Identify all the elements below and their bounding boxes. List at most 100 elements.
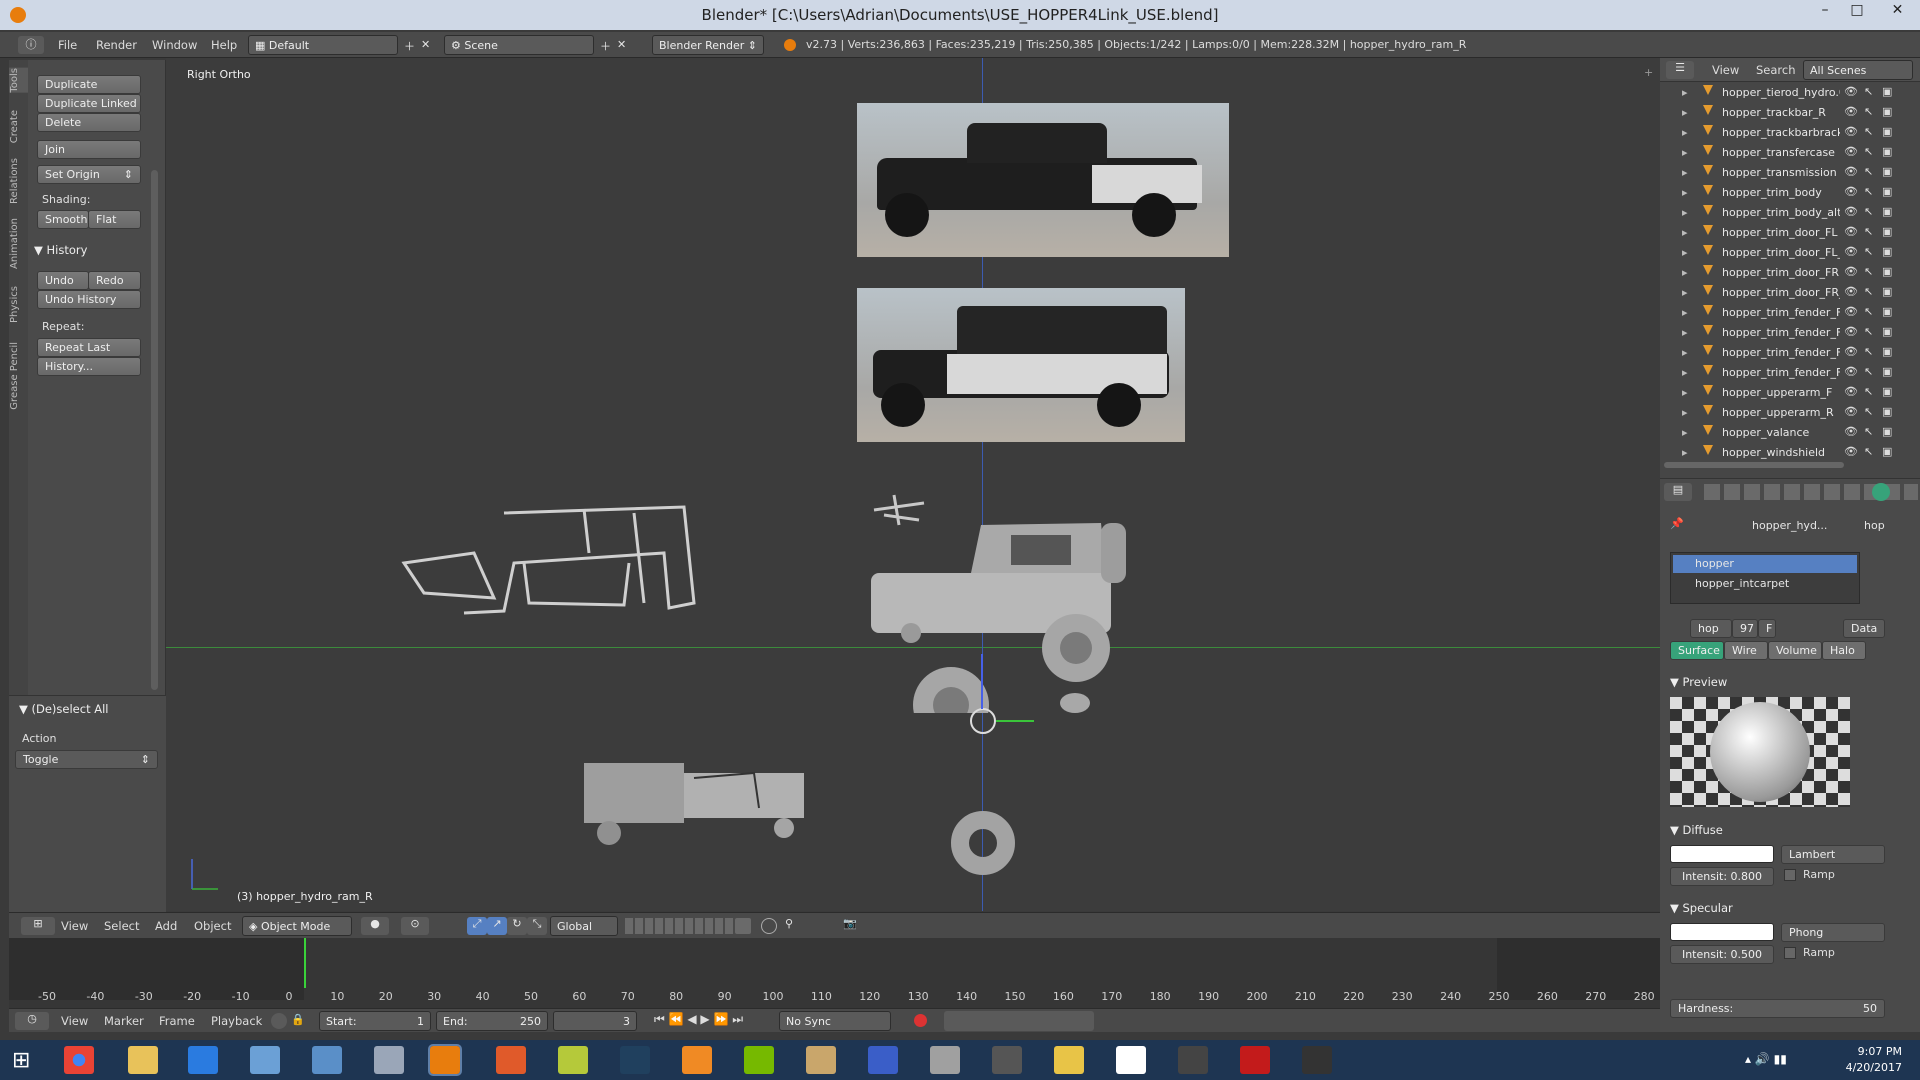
visibility-eye-icon[interactable]: 👁 [1844,305,1858,318]
menu-file[interactable]: File [58,38,77,52]
visibility-eye-icon[interactable]: 👁 [1844,265,1858,278]
selectability-cursor-icon[interactable]: ↖ [1864,325,1873,338]
operator-header[interactable]: ▼ (De)select All [19,702,109,716]
visibility-eye-icon[interactable]: 👁 [1844,125,1858,138]
flat-button[interactable]: Flat [88,210,141,229]
tab-create[interactable]: Create [9,110,28,143]
selectability-cursor-icon[interactable]: ↖ [1864,145,1873,158]
render-preview-icon[interactable] [735,918,751,934]
roll-cage-mesh[interactable] [384,493,704,623]
render-camera-icon[interactable]: ▣ [1882,225,1892,238]
expand-icon[interactable]: ▸ [1682,126,1688,139]
outliner-item[interactable]: ▸ hopper_transmission 👁 ↖ ▣ [1660,162,1920,182]
tab-physics[interactable]: Physics [9,286,28,323]
outliner-menu-search[interactable]: Search [1756,63,1796,77]
timeline-menu-playback[interactable]: Playback [211,1014,262,1028]
3d-viewport[interactable]: Right Ortho (3) hopper_hydro_ram_R + [166,58,1660,911]
outliner[interactable]: ▸ hopper_tierod_hydro.0(👁 ↖ ▣ ▸ hopper_trackb… [1660,58,1920,478]
visibility-eye-icon[interactable]: 👁 [1844,185,1858,198]
sync-mode-select[interactable]: No Sync [779,1011,891,1031]
selectability-cursor-icon[interactable]: ↖ [1864,445,1873,458]
visibility-eye-icon[interactable]: 👁 [1844,205,1858,218]
render-camera-icon[interactable]: ▣ [1882,265,1892,278]
redo-button[interactable]: Redo [88,271,141,290]
current-frame-field[interactable]: 3 [553,1011,637,1031]
app-icon-15[interactable] [930,1046,960,1074]
expand-icon[interactable]: ▸ [1682,166,1688,179]
remove-layout-icon[interactable]: ✕ [421,38,430,51]
reference-image-pickup[interactable] [857,103,1229,257]
viewport-shading-icon[interactable]: ● [361,917,389,935]
hardness-slider[interactable]: Hardness: 50 [1670,999,1885,1018]
file-explorer-icon[interactable] [128,1046,158,1074]
outliner-hscrollbar[interactable] [1664,462,1844,468]
lock-icon[interactable]: 🔒 [291,1013,305,1026]
undo-button[interactable]: Undo [37,271,89,290]
material-tab-icon[interactable] [1872,483,1890,501]
visibility-eye-icon[interactable]: 👁 [1844,105,1858,118]
render-camera-icon[interactable]: ▣ [1882,205,1892,218]
screen-layout-select[interactable]: ▦ Default [248,35,398,55]
render-camera-icon[interactable]: ▣ [1882,405,1892,418]
app-icon-5[interactable] [312,1046,342,1074]
material-slot-intcarpet[interactable]: hopper_intcarpet [1673,575,1857,593]
add-layout-icon[interactable]: ＋ [404,38,415,54]
manipulator-z-arrow[interactable] [981,654,983,709]
end-frame-field[interactable]: End: 250 [436,1011,548,1031]
render-camera-icon[interactable]: ▣ [1882,345,1892,358]
menu-object[interactable]: Object [194,919,231,933]
info-editor-icon[interactable]: ⓘ [18,36,44,54]
expand-icon[interactable]: ▸ [1682,366,1688,379]
outliner-menu-view[interactable]: View [1712,63,1739,77]
outliner-item[interactable]: ▸ hopper_trim_fender_FL 👁 ↖ ▣ [1660,302,1920,322]
render-camera-icon[interactable]: ▣ [1882,325,1892,338]
timeline-editor-type-icon[interactable]: ◷ [15,1012,49,1030]
clock-date[interactable]: 4/20/2017 [1840,1061,1902,1074]
app-icon-17[interactable] [1054,1046,1084,1074]
expand-icon[interactable]: ▸ [1682,206,1688,219]
render-camera-icon[interactable]: ▣ [1882,85,1892,98]
timeline-menu-frame[interactable]: Frame [159,1014,195,1028]
preview-panel-header[interactable]: ▼ Preview [1670,675,1727,689]
outliner-item[interactable]: ▸ hopper_trackbarbracke 👁 ↖ ▣ [1660,122,1920,142]
app-icon-6[interactable] [374,1046,404,1074]
selectability-cursor-icon[interactable]: ↖ [1864,125,1873,138]
object-origin-gizmo[interactable] [970,708,996,734]
selectability-cursor-icon[interactable]: ↖ [1864,265,1873,278]
repeat-history-button[interactable]: History... [37,357,141,376]
expand-icon[interactable]: ▸ [1682,386,1688,399]
steam-icon[interactable] [620,1046,650,1074]
specular-intensity-slider[interactable]: Intensit: 0.500 [1670,945,1774,964]
opengl-render-icon[interactable]: 📷 [843,917,857,930]
selectability-cursor-icon[interactable]: ↖ [1864,385,1873,398]
chrome-icon[interactable] [64,1046,94,1074]
history-panel-header[interactable]: ▼ History [34,243,87,257]
start-button-icon[interactable]: ⊞ [12,1048,30,1073]
specular-panel-header[interactable]: ▼ Specular [1670,901,1733,915]
selectability-cursor-icon[interactable]: ↖ [1864,285,1873,298]
fake-user-button[interactable]: F [1758,619,1776,638]
minimize-button[interactable]: – [1808,0,1842,22]
render-camera-icon[interactable]: ▣ [1882,145,1892,158]
timeline-menu-marker[interactable]: Marker [104,1014,144,1028]
current-frame-line[interactable] [304,938,306,988]
material-name-field[interactable]: hop [1690,619,1732,638]
render-engine-select[interactable]: Blender Render ⇕ [652,35,764,55]
app-icon-18[interactable] [1116,1046,1146,1074]
translate-icon[interactable]: ↗ [487,917,507,935]
rotate-icon[interactable]: ↻ [507,917,527,935]
start-frame-field[interactable]: Start: 1 [319,1011,431,1031]
breadcrumb-material[interactable]: hop [1864,519,1885,532]
steering-part-mesh[interactable] [864,485,934,535]
expand-icon[interactable]: ▸ [1682,86,1688,99]
hopper-vehicle-mesh[interactable] [851,513,1171,713]
specular-ramp-checkbox[interactable] [1784,947,1796,959]
app-icon-9[interactable] [558,1046,588,1074]
diffuse-intensity-slider[interactable]: Intensit: 0.800 [1670,867,1774,886]
tab-halo[interactable]: Halo [1822,641,1866,660]
diffuse-ramp-checkbox[interactable] [1784,869,1796,881]
render-camera-icon[interactable]: ▣ [1882,365,1892,378]
viewport-corner-widget-icon[interactable]: + [1644,66,1653,79]
outliner-item[interactable]: ▸ hopper_trim_fender_FR 👁 ↖ ▣ [1660,362,1920,382]
acrobat-icon[interactable] [1240,1046,1270,1074]
